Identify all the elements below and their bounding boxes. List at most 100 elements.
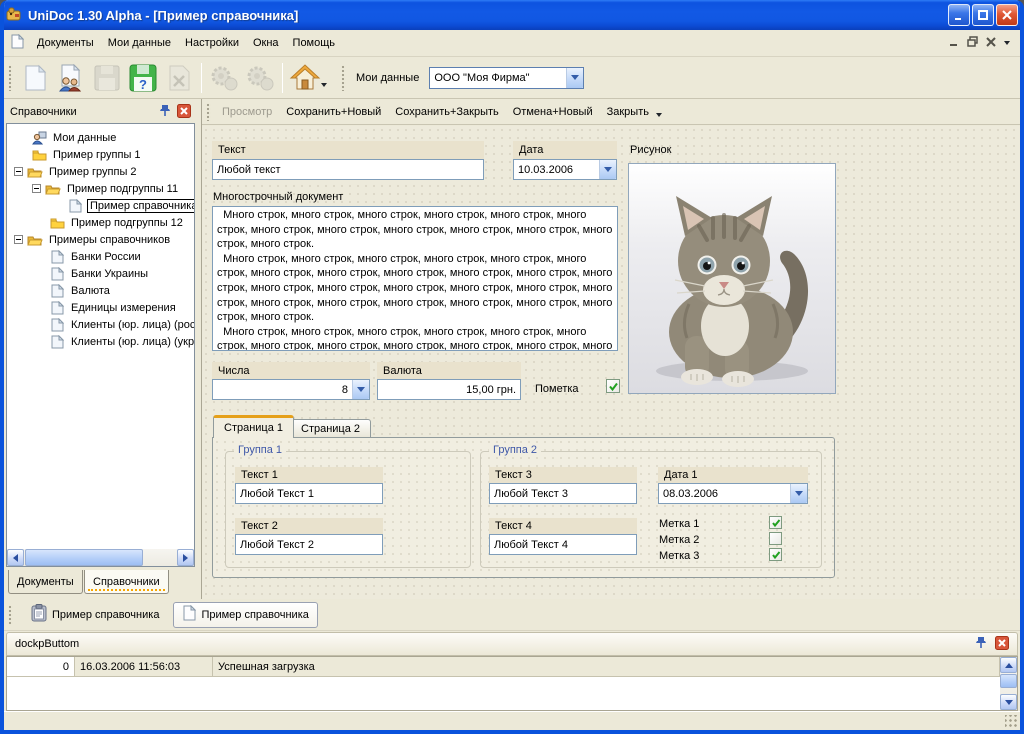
text4-label-strip: Текст 4 <box>489 518 637 534</box>
hscroll-thumb[interactable] <box>25 549 143 566</box>
view-button[interactable]: Просмотр <box>215 106 279 118</box>
main-toolbar: ? Мои данные ООО "Моя Фирма" <box>4 57 1020 99</box>
collapse-icon[interactable] <box>32 184 41 193</box>
toolbar-overflow-icon[interactable] <box>1004 41 1010 45</box>
tab-page2[interactable]: Страница 2 <box>290 419 371 438</box>
close-record-button[interactable]: Закрыть <box>600 106 656 118</box>
menu-settings[interactable]: Настройки <box>178 33 246 53</box>
mark3-label: Метка 3 <box>659 550 699 562</box>
dock-panel-header: dockpButtom <box>6 632 1018 656</box>
date1-dropdown-icon[interactable] <box>790 484 807 503</box>
date1-label-strip: Дата 1 <box>658 467 808 483</box>
collapse-icon[interactable] <box>14 167 23 176</box>
date-dropdown-icon[interactable] <box>599 160 616 179</box>
company-dropdown-icon[interactable] <box>566 68 583 88</box>
numbers-dropdown-icon[interactable] <box>352 380 369 399</box>
tree-item-group2[interactable]: Пример группы 2 <box>7 163 194 180</box>
toolbar-grip[interactable] <box>341 65 346 91</box>
mark-checkbox[interactable] <box>606 379 620 393</box>
minimize-button[interactable] <box>948 4 970 26</box>
tree-item-example-reference[interactable]: Пример справочника <box>7 197 194 214</box>
mark3-checkbox[interactable] <box>769 548 782 561</box>
date-combobox[interactable]: 10.03.2006 <box>513 159 617 180</box>
maximize-button[interactable] <box>972 4 994 26</box>
menu-help[interactable]: Помощь <box>286 33 343 53</box>
picture-frame[interactable] <box>628 163 836 394</box>
tree-item-clients-ukr[interactable]: Клиенты (юр. лица) (укр. <box>7 333 194 350</box>
sidebar-tab-references[interactable]: Справочники <box>84 570 169 594</box>
tree-item-group1[interactable]: Пример группы 1 <box>7 146 194 163</box>
scroll-up-icon[interactable] <box>1000 657 1017 673</box>
mdi-restore-icon[interactable] <box>967 36 978 50</box>
company-combobox[interactable]: ООО "Моя Фирма" <box>429 67 584 89</box>
scroll-right-icon[interactable] <box>177 549 194 566</box>
process-button-1[interactable] <box>206 61 242 95</box>
resize-grip[interactable] <box>1005 715 1018 728</box>
clipboard-icon <box>31 604 47 625</box>
log-row[interactable]: 0 16.03.2006 11:56:03 Успешная загрузка <box>7 657 1000 677</box>
currency-input[interactable] <box>377 379 521 400</box>
tree-item-subgroup11[interactable]: Пример подгруппы 11 <box>7 180 194 197</box>
toolbar-separator <box>201 63 202 93</box>
check-icon <box>608 381 619 392</box>
home-dropdown-icon[interactable] <box>321 83 327 87</box>
mark2-checkbox[interactable] <box>769 532 782 545</box>
new-document-button[interactable] <box>17 61 53 95</box>
multiline-textarea[interactable]: Много строк, много строк, много строк, м… <box>212 206 618 351</box>
actionbar-overflow-icon[interactable] <box>656 113 662 117</box>
vscroll-thumb[interactable] <box>1000 674 1017 688</box>
scroll-down-icon[interactable] <box>1000 694 1017 710</box>
save-new-button[interactable]: ? <box>125 61 161 95</box>
dock-close-icon[interactable] <box>995 636 1009 653</box>
group1-title: Группа 1 <box>234 444 286 456</box>
tree-item-clients-rus[interactable]: Клиенты (юр. лица) (рос. <box>7 316 194 333</box>
tree-item-currency[interactable]: Валюта <box>7 282 194 299</box>
process-button-2[interactable] <box>242 61 278 95</box>
pin-icon[interactable] <box>159 104 171 120</box>
log-vscrollbar[interactable] <box>1000 657 1017 710</box>
tree-item-banks-russia[interactable]: Банки России <box>7 248 194 265</box>
mark1-checkbox[interactable] <box>769 516 782 529</box>
mdibar-grip[interactable] <box>8 605 13 625</box>
pin-icon[interactable] <box>975 636 987 652</box>
close-button[interactable] <box>996 4 1018 26</box>
delete-button[interactable] <box>161 61 197 95</box>
window-tab-2-active[interactable]: Пример справочника <box>173 602 317 628</box>
tree-hscrollbar[interactable] <box>7 549 194 566</box>
save-new-record-button[interactable]: Сохранить+Новый <box>279 106 388 118</box>
save-close-record-button[interactable]: Сохранить+Закрыть <box>388 106 505 118</box>
window-tab-1[interactable]: Пример справочника <box>23 601 167 628</box>
mdi-minimize-icon[interactable] <box>949 37 959 50</box>
text1-input[interactable] <box>235 483 383 504</box>
tree-item-my-data[interactable]: Мои данные <box>7 129 194 146</box>
tree-selected-item[interactable]: Пример справочника <box>87 199 195 213</box>
open-clients-button[interactable] <box>53 61 89 95</box>
menu-documents[interactable]: Документы <box>30 33 101 53</box>
tree-item-units[interactable]: Единицы измерения <box>7 299 194 316</box>
menu-windows[interactable]: Окна <box>246 33 286 53</box>
scroll-left-icon[interactable] <box>7 549 24 566</box>
toolbar-grip[interactable] <box>8 65 13 91</box>
tree-item-banks-ukraine[interactable]: Банки Украины <box>7 265 194 282</box>
sidebar-close-icon[interactable] <box>177 104 191 121</box>
home-button[interactable] <box>287 61 323 95</box>
text3-input[interactable] <box>489 483 637 504</box>
collapse-icon[interactable] <box>14 235 23 244</box>
tree-item-subgroup12[interactable]: Пример подгруппы 12 <box>7 214 194 231</box>
tree-item-reference-examples[interactable]: Примеры справочников <box>7 231 194 248</box>
text4-input[interactable] <box>489 534 637 555</box>
tab-page1[interactable]: Страница 1 <box>213 415 294 438</box>
date1-combobox[interactable]: 08.03.2006 <box>658 483 808 504</box>
save-button[interactable] <box>89 61 125 95</box>
mdi-close-icon[interactable] <box>986 37 996 50</box>
actionbar-grip[interactable] <box>206 103 211 121</box>
cancel-new-record-button[interactable]: Отмена+Новый <box>506 106 600 118</box>
mdi-child-icon[interactable] <box>10 34 24 52</box>
menu-my-data[interactable]: Мои данные <box>101 33 178 53</box>
numbers-combobox[interactable]: 8 <box>212 379 370 400</box>
app-icon <box>6 6 22 25</box>
sidebar-tab-documents[interactable]: Документы <box>8 570 83 594</box>
text2-input[interactable] <box>235 534 383 555</box>
text-input[interactable] <box>212 159 484 180</box>
text3-label-strip: Текст 3 <box>489 467 637 483</box>
